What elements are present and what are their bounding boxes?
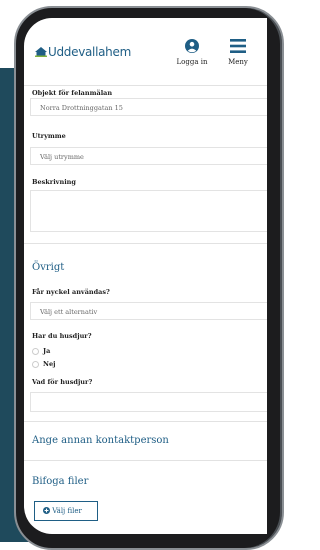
which-pets-label: Vad för husdjur? [32, 378, 93, 386]
logo-text[interactable]: Uddevallahem [48, 45, 131, 59]
pets-option-yes: Ja [43, 347, 51, 355]
plus-circle-icon [43, 507, 50, 514]
site-header: Uddevallahem Logga in Meny [24, 18, 267, 86]
files-heading: Bifoga filer [32, 476, 89, 487]
house-logo-icon [35, 47, 47, 57]
hamburger-icon [230, 39, 246, 53]
object-label: Objekt för felanmälan [32, 89, 113, 97]
space-label: Utrymme [32, 132, 66, 140]
section-divider [24, 421, 267, 422]
choose-files-button[interactable]: Välj filer [34, 501, 98, 521]
contact-heading[interactable]: Ange annan kontaktperson [32, 435, 169, 446]
login-label: Logga in [176, 58, 208, 66]
which-pets-input[interactable] [30, 392, 267, 412]
user-icon [185, 39, 199, 53]
space-select[interactable]: Välj utrymme [30, 147, 267, 165]
section-divider [24, 460, 267, 461]
pets-radio-no[interactable] [32, 361, 39, 368]
description-label: Beskrivning [32, 178, 76, 186]
pets-radio-yes[interactable] [32, 348, 39, 355]
menu-button[interactable]: Meny [222, 38, 254, 66]
menu-label: Meny [228, 58, 248, 66]
header-divider [24, 85, 267, 86]
pets-label: Har du husdjur? [32, 332, 92, 340]
object-field: Norra Drottninggatan 15 [30, 98, 267, 116]
other-heading: Övrigt [32, 262, 65, 273]
phone-screen: Uddevallahem Logga in Meny Objekt för fe… [24, 18, 267, 534]
description-textarea[interactable] [30, 190, 267, 232]
pets-option-no: Nej [43, 360, 56, 368]
key-label: Får nyckel användas? [32, 288, 110, 296]
key-select[interactable]: Välj ett alternativ [30, 302, 267, 320]
login-button[interactable]: Logga in [172, 38, 212, 66]
choose-files-label: Välj filer [52, 507, 82, 515]
section-divider [24, 243, 267, 244]
